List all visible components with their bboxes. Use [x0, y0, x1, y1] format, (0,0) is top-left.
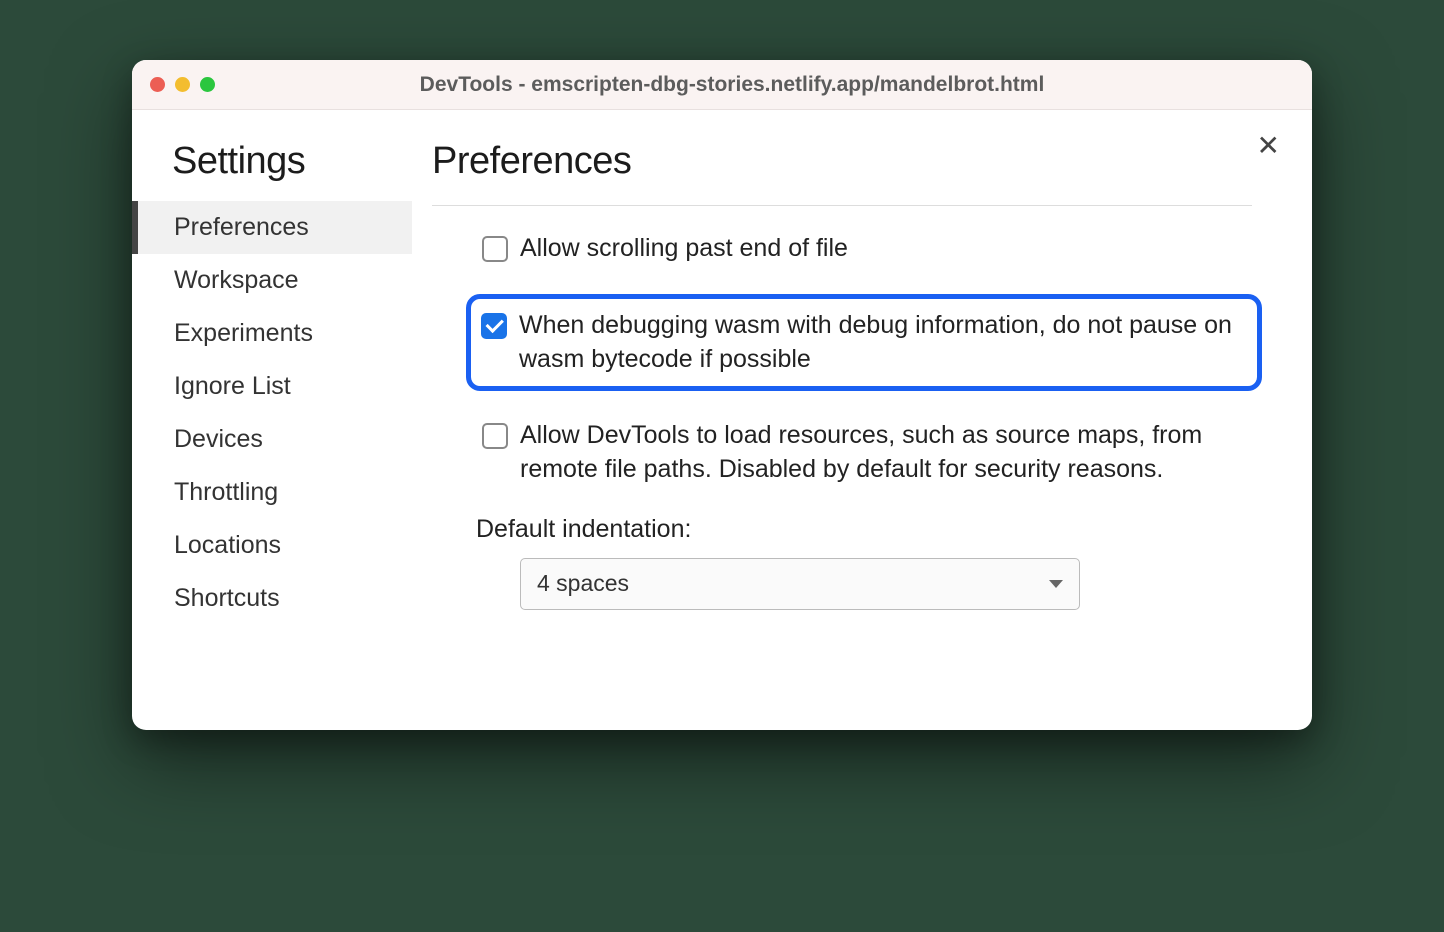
page-title: Preferences: [432, 140, 1252, 206]
close-icon[interactable]: ✕: [1257, 132, 1280, 160]
sidebar-item-locations[interactable]: Locations: [132, 519, 412, 572]
settings-sidebar: Settings Preferences Workspace Experimen…: [132, 110, 412, 730]
checkbox-allow-scroll-past-eof[interactable]: [482, 236, 508, 262]
chevron-down-icon: [1049, 580, 1063, 588]
sidebar-item-preferences[interactable]: Preferences: [132, 201, 412, 254]
sidebar-item-throttling[interactable]: Throttling: [132, 466, 412, 519]
setting-label: When debugging wasm with debug informati…: [519, 309, 1241, 377]
sidebar-item-ignore-list[interactable]: Ignore List: [132, 360, 412, 413]
indentation-value: 4 spaces: [537, 570, 629, 597]
default-indentation-section: Default indentation: 4 spaces: [476, 515, 1252, 610]
setting-wasm-debug-no-pause: When debugging wasm with debug informati…: [466, 294, 1262, 392]
indentation-label: Default indentation:: [476, 515, 1252, 544]
sidebar-item-workspace[interactable]: Workspace: [132, 254, 412, 307]
settings-list: Allow scrolling past end of file When de…: [432, 206, 1252, 610]
settings-main: Preferences Allow scrolling past end of …: [412, 110, 1312, 730]
sidebar-item-devices[interactable]: Devices: [132, 413, 412, 466]
settings-content: ✕ Settings Preferences Workspace Experim…: [132, 110, 1312, 730]
indentation-select[interactable]: 4 spaces: [520, 558, 1080, 610]
traffic-lights: [150, 77, 215, 92]
close-window-button[interactable]: [150, 77, 165, 92]
setting-allow-scroll-past-eof: Allow scrolling past end of file: [476, 226, 1252, 272]
window-title: DevTools - emscripten-dbg-stories.netlif…: [215, 73, 1294, 97]
sidebar-item-experiments[interactable]: Experiments: [132, 307, 412, 360]
setting-allow-remote-file-paths: Allow DevTools to load resources, such a…: [476, 413, 1252, 493]
window-titlebar: DevTools - emscripten-dbg-stories.netlif…: [132, 60, 1312, 110]
checkbox-wasm-debug-no-pause[interactable]: [481, 313, 507, 339]
maximize-window-button[interactable]: [200, 77, 215, 92]
setting-label: Allow scrolling past end of file: [520, 232, 848, 266]
checkbox-allow-remote-file-paths[interactable]: [482, 423, 508, 449]
devtools-settings-window: DevTools - emscripten-dbg-stories.netlif…: [132, 60, 1312, 730]
minimize-window-button[interactable]: [175, 77, 190, 92]
sidebar-title: Settings: [132, 140, 412, 201]
sidebar-item-shortcuts[interactable]: Shortcuts: [132, 572, 412, 625]
setting-label: Allow DevTools to load resources, such a…: [520, 419, 1242, 487]
